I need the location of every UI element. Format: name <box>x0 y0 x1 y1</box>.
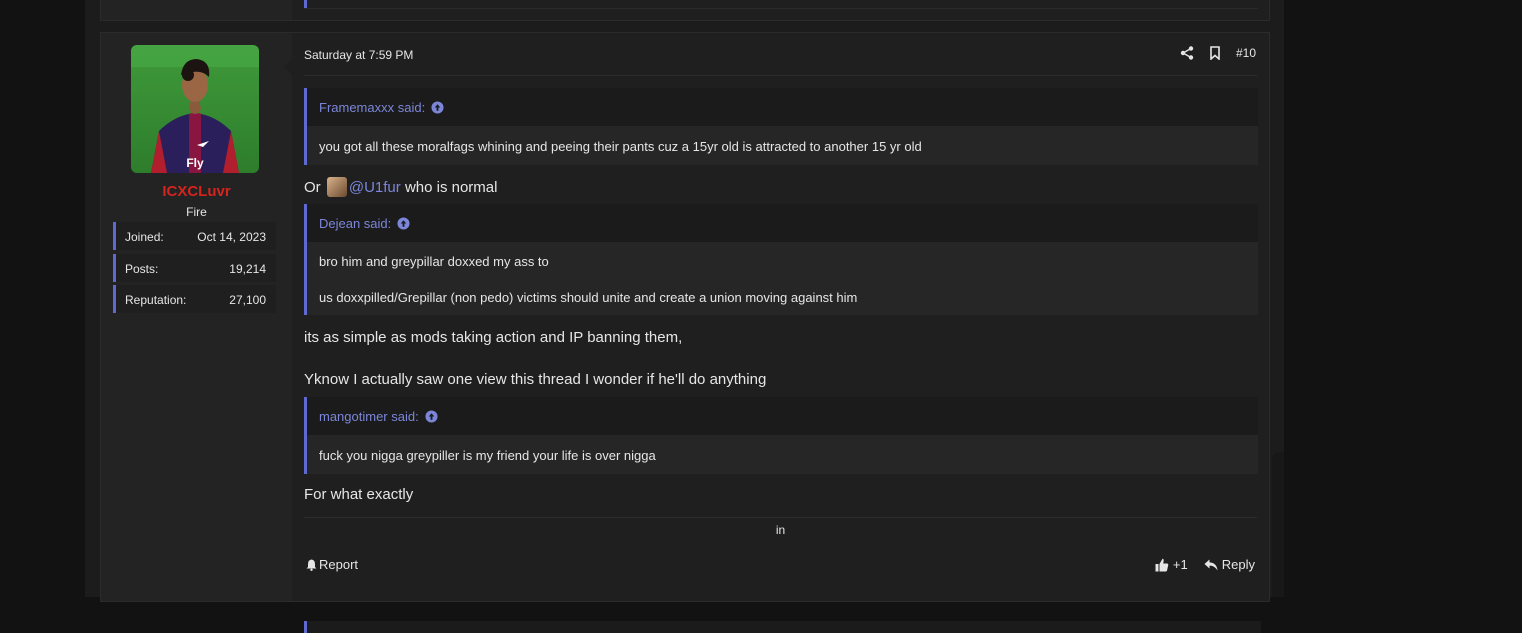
message-line: Or @U1fur who is normal <box>304 177 497 197</box>
side-tab <box>1272 452 1284 597</box>
quote-line: us doxxpilled/Grepillar (non pedo) victi… <box>319 289 858 305</box>
header-divider <box>304 75 1257 76</box>
message-arrow <box>284 59 292 75</box>
report-button[interactable]: Report <box>306 557 358 572</box>
message-text: who is normal <box>404 179 498 196</box>
quote-author[interactable]: Dejean said: <box>319 216 391 231</box>
user-title: Fire <box>186 205 207 219</box>
like-button[interactable]: +1 <box>1155 557 1188 572</box>
quote-block: Framemaxxx said: you got all these moral… <box>304 88 1258 165</box>
bell-icon <box>306 559 317 571</box>
previous-post-quote <box>304 0 1258 9</box>
reply-button[interactable]: Reply <box>1204 557 1255 572</box>
quote-line: bro him and greypillar doxxed my ass to <box>319 253 549 269</box>
arrow-up-circle-icon[interactable] <box>425 409 438 423</box>
stat-joined: Joined: Oct 14, 2023 <box>113 222 276 250</box>
stat-reputation: Reputation: 27,100 <box>113 285 276 313</box>
quote-block: Dejean said: bro him and greypillar doxx… <box>304 204 1258 315</box>
stat-value: 19,214 <box>229 262 266 276</box>
quote-header[interactable]: Framemaxxx said: <box>307 88 1258 127</box>
quote-author[interactable]: mangotimer said: <box>319 409 419 424</box>
username[interactable]: ICXCLuvr <box>101 183 292 200</box>
svg-text:Fly: Fly <box>186 156 204 170</box>
quote-line: you got all these moralfags whining and … <box>319 138 922 154</box>
stat-label: Posts: <box>125 262 159 276</box>
bookmark-icon[interactable] <box>1208 46 1222 61</box>
message-paragraph: Yknow I actually saw one view this threa… <box>304 371 767 388</box>
quote-body: bro him and greypillar doxxed my ass to … <box>307 243 1258 315</box>
stat-value: Oct 14, 2023 <box>197 230 266 244</box>
user-mention-link[interactable]: @U1fur <box>349 179 401 196</box>
post: Fly ICXCLuvr Fire Joined: Oct 14, 2023 P… <box>100 32 1270 633</box>
reply-label: Reply <box>1221 557 1255 572</box>
signature: in <box>775 523 786 537</box>
share-icon[interactable] <box>1180 46 1194 60</box>
post-number[interactable]: #10 <box>1236 46 1256 60</box>
post-actions: +1 Reply <box>1155 557 1255 572</box>
quote-body: you got all these moralfags whining and … <box>307 127 1258 165</box>
mention-avatar <box>326 177 347 197</box>
quote-body: fuck you nigga greypiller is my friend y… <box>307 436 1258 474</box>
quote-line: fuck you nigga greypiller is my friend y… <box>319 447 656 463</box>
arrow-up-circle-icon[interactable] <box>431 100 444 114</box>
arrow-up-circle-icon[interactable] <box>397 216 410 230</box>
reply-icon <box>1204 559 1218 570</box>
quote-block: mangotimer said: fuck you nigga greypill… <box>304 397 1258 474</box>
stat-value: 27,100 <box>229 293 266 307</box>
report-label: Report <box>319 557 359 572</box>
post-header-actions: #10 <box>1180 46 1256 61</box>
avatar[interactable]: Fly <box>131 45 259 173</box>
previous-post <box>100 0 1270 21</box>
thumbs-up-icon <box>1155 558 1169 571</box>
message-paragraph: For what exactly <box>304 486 414 503</box>
stat-label: Joined: <box>125 230 164 244</box>
message-cell: Saturday at 7:59 PM #10 Framemaxxx said:… <box>292 33 1269 601</box>
quote-header[interactable]: mangotimer said: <box>307 397 1258 436</box>
message-text: Or <box>304 179 321 196</box>
quote-header[interactable]: Dejean said: <box>307 204 1258 243</box>
stat-posts: Posts: 19,214 <box>113 254 276 282</box>
post-date[interactable]: Saturday at 7:59 PM <box>304 48 413 62</box>
quote-author[interactable]: Framemaxxx said: <box>319 100 425 115</box>
stat-label: Reputation: <box>125 293 187 307</box>
message-paragraph: its as simple as mods taking action and … <box>304 329 683 346</box>
signature-divider <box>304 517 1257 518</box>
previous-post-quote-bar <box>304 0 307 8</box>
next-quote-stub <box>304 621 1261 633</box>
avatar-image: Fly <box>131 45 259 173</box>
user-cell: Fly ICXCLuvr Fire Joined: Oct 14, 2023 P… <box>101 33 292 601</box>
like-count: +1 <box>1172 557 1188 572</box>
